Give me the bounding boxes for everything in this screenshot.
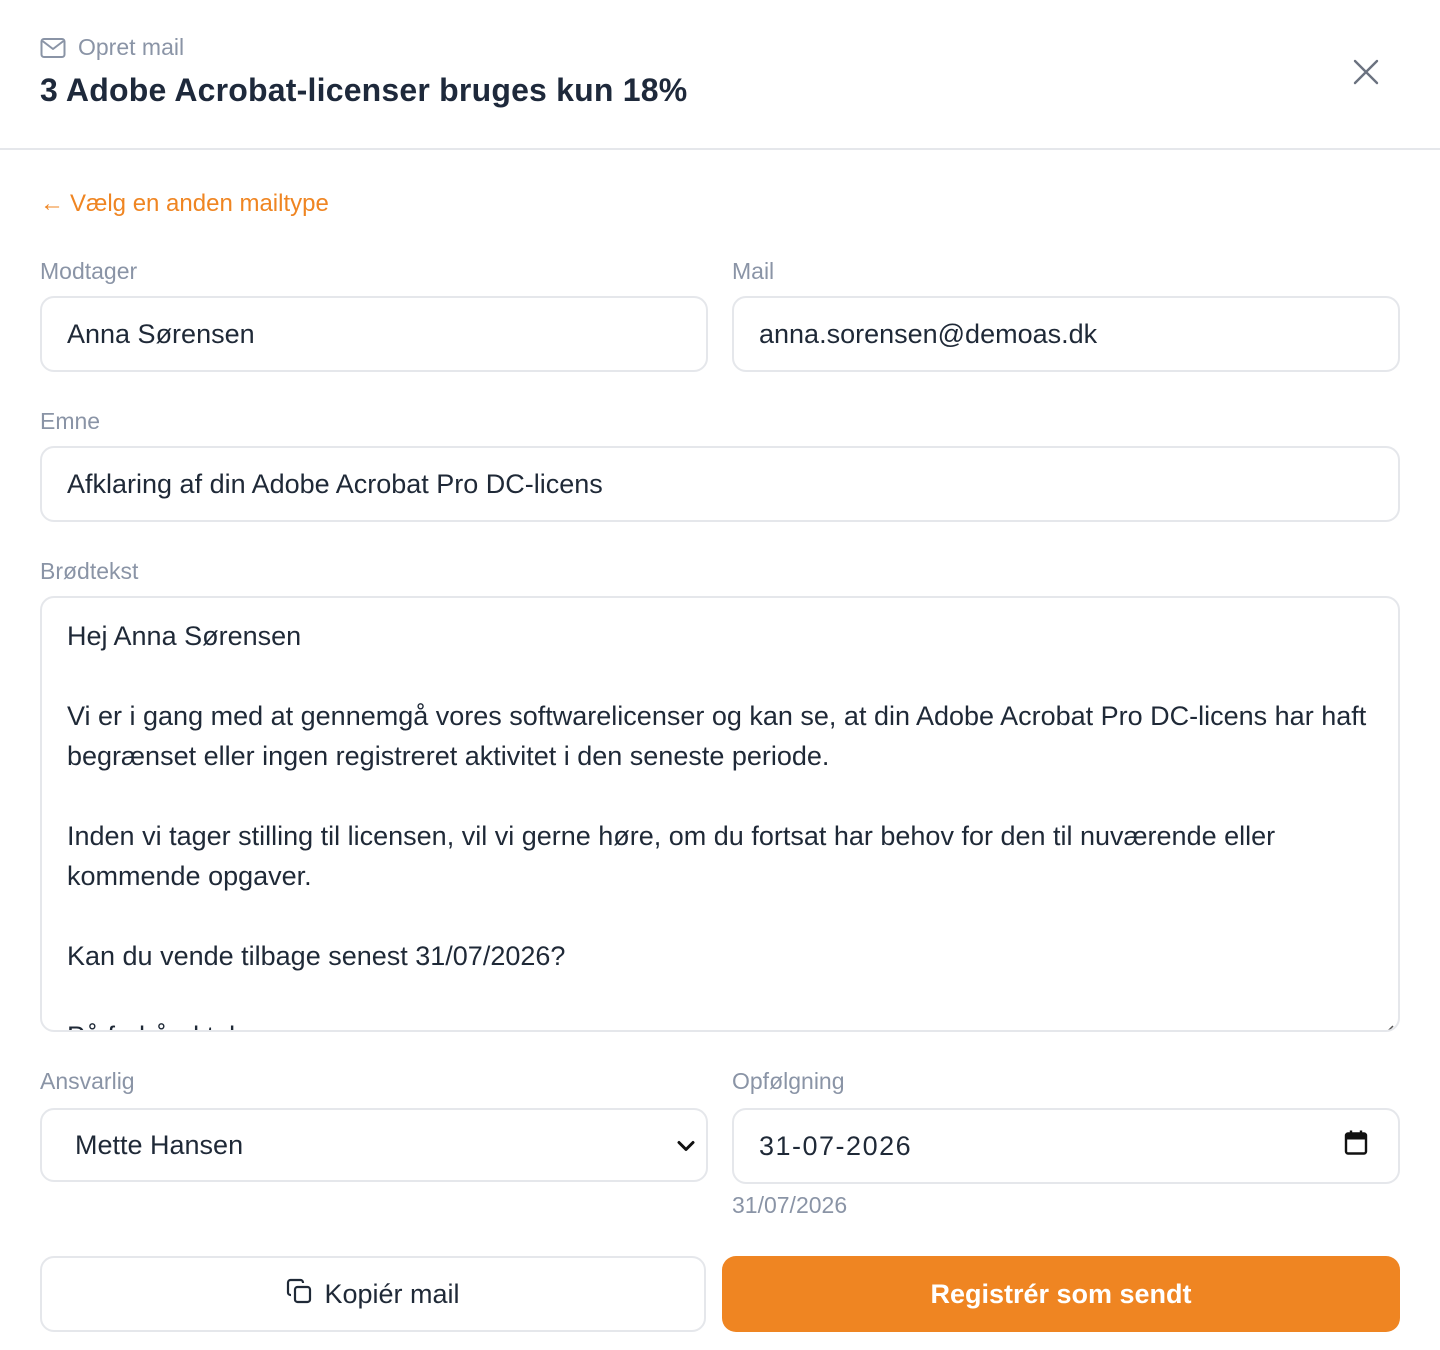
back-to-mailtype-link[interactable]: ← Vælg en anden mailtype	[40, 190, 329, 218]
recipient-input[interactable]: Anna Sørensen	[40, 296, 708, 372]
subject-value: Afklaring af din Adobe Acrobat Pro DC-li…	[67, 468, 603, 499]
back-link-label: Vælg en anden mailtype	[70, 190, 329, 217]
mail-label: Mail	[732, 258, 775, 284]
subject-label: Emne	[40, 408, 101, 434]
register-sent-button[interactable]: Registrér som sendt	[722, 1256, 1400, 1332]
email-input[interactable]: anna.sorensen@demoas.dk	[732, 296, 1400, 372]
subject-input[interactable]: Afklaring af din Adobe Acrobat Pro DC-li…	[40, 446, 1400, 522]
modal-eyebrow: Opret mail	[40, 34, 184, 61]
copy-mail-label: Kopiér mail	[324, 1278, 460, 1309]
followup-hint: 31/07/2026	[732, 1192, 848, 1218]
mail-icon	[40, 37, 66, 59]
arrow-left-icon: ←	[40, 190, 64, 217]
body-line: Inden vi tager stilling til licensen, vi…	[67, 821, 1283, 891]
responsible-select[interactable]: Mette Hansen	[40, 1108, 708, 1182]
recipient-label: Modtager	[40, 258, 138, 284]
followup-value: 31-07-2026	[759, 1130, 913, 1161]
copy-icon	[286, 1278, 312, 1311]
followup-label: Opfølgning	[732, 1068, 845, 1094]
responsible-label: Ansvarlig	[40, 1068, 135, 1094]
modal-header: Opret mail 3 Adobe Acrobat-licenser brug…	[0, 0, 1440, 150]
chevron-down-icon	[676, 1130, 696, 1161]
register-sent-label: Registrér som sendt	[930, 1278, 1192, 1309]
modal-title: 3 Adobe Acrobat-licenser bruges kun 18%	[40, 72, 688, 108]
body-textarea[interactable]: Hej Anna Sørensen Vi er i gang med at ge…	[40, 596, 1400, 1032]
body-line: Hej Anna Sørensen	[67, 621, 302, 651]
calendar-icon[interactable]	[1344, 1130, 1368, 1163]
close-icon	[1353, 59, 1379, 90]
recipient-value: Anna Sørensen	[67, 318, 255, 349]
body-line: Kan du vende tilbage senest 31/07/2026?	[67, 941, 566, 971]
copy-mail-button[interactable]: Kopiér mail	[40, 1256, 706, 1332]
responsible-value: Mette Hansen	[75, 1129, 244, 1160]
followup-date-input[interactable]: 31-07-2026	[732, 1108, 1400, 1184]
body-line: Vi er i gang med at gennemgå vores softw…	[67, 701, 1374, 771]
body-label: Brødtekst	[40, 558, 139, 584]
eyebrow-label: Opret mail	[78, 34, 185, 60]
close-button[interactable]	[1346, 54, 1386, 94]
resize-handle-icon[interactable]	[1378, 1010, 1394, 1030]
body-line: På forhånd tak	[67, 1016, 1373, 1030]
email-value: anna.sorensen@demoas.dk	[759, 318, 1098, 349]
